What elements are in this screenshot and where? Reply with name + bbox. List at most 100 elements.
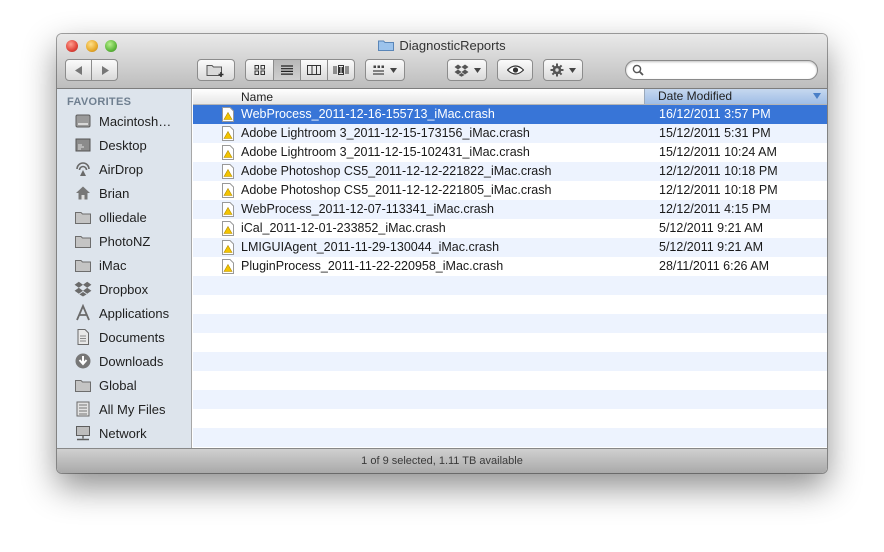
arrange-icon — [373, 65, 384, 75]
eye-icon — [506, 65, 524, 75]
file-name: Adobe Lightroom 3_2011-12-15-173156_iMac… — [241, 126, 530, 140]
home-icon — [74, 184, 92, 202]
crash-report-icon — [222, 126, 234, 141]
dropbox-menu-button[interactable] — [447, 59, 487, 81]
sidebar-item-olliedale[interactable]: olliedale — [57, 205, 191, 229]
file-row[interactable]: iCal_2011-12-01-233852_iMac.crash 5/12/20… — [193, 219, 827, 238]
search-field[interactable] — [625, 60, 818, 80]
status-text: 1 of 9 selected, 1.11 TB available — [361, 455, 523, 467]
sidebar-item-label: Applications — [99, 305, 170, 321]
sidebar-item-photonz[interactable]: PhotoNZ — [57, 229, 191, 253]
file-date-modified: 16/12/2011 3:57 PM — [659, 107, 771, 121]
column-header-name[interactable]: Name — [241, 90, 273, 104]
folder-icon — [74, 232, 92, 250]
sidebar-item-imac[interactable]: iMac — [57, 253, 191, 277]
window-title-bar: DiagnosticReports — [57, 38, 827, 54]
sidebar-item-documents[interactable]: Documents — [57, 325, 191, 349]
file-row[interactable]: WebProcess_2011-12-16-155713_iMac.crash 1… — [193, 105, 827, 124]
file-name: LMIGUIAgent_2011-11-29-130044_iMac.crash — [241, 240, 500, 254]
forward-button[interactable] — [91, 59, 118, 81]
file-name: Adobe Photoshop CS5_2011-12-12-221822_iM… — [241, 164, 552, 178]
crash-report-icon — [222, 107, 234, 122]
sidebar-item-label: Brian — [99, 185, 130, 201]
hard-drive-icon — [74, 112, 92, 130]
crash-report-icon — [222, 202, 234, 217]
crash-report-icon — [222, 183, 234, 198]
new-folder-button[interactable] — [197, 59, 235, 81]
sidebar-item-global[interactable]: Global — [57, 373, 191, 397]
sort-descending-icon — [813, 93, 821, 99]
finder-window: DiagnosticReports FAVORITES Macintosh… D… — [57, 34, 827, 473]
back-button[interactable] — [65, 59, 92, 81]
action-menu-button[interactable] — [543, 59, 583, 81]
file-row[interactable]: WebProcess_2011-12-07-113341_iMac.crash 1… — [193, 200, 827, 219]
file-row[interactable]: Adobe Photoshop CS5_2011-12-12-221805_iM… — [193, 181, 827, 200]
sidebar-item-label: AirDrop — [99, 161, 144, 177]
file-name: WebProcess_2011-12-16-155713_iMac.crash — [241, 107, 495, 121]
file-date-modified: 15/12/2011 10:24 AM — [659, 145, 777, 159]
sidebar-item-network[interactable]: Network — [57, 421, 191, 445]
file-row[interactable]: LMIGUIAgent_2011-11-29-130044_iMac.crash… — [193, 238, 827, 257]
chevron-down-icon — [390, 67, 397, 73]
file-date-modified: 15/12/2011 5:31 PM — [659, 126, 771, 140]
sidebar-item-applications[interactable]: Applications — [57, 301, 191, 325]
folder-icon — [74, 208, 92, 226]
column-view-button[interactable] — [300, 59, 328, 81]
file-name: iCal_2011-12-01-233852_iMac.crash — [241, 221, 446, 235]
cover-flow-view-button[interactable] — [327, 59, 355, 81]
file-date-modified: 12/12/2011 10:18 PM — [659, 164, 778, 178]
sidebar: FAVORITES Macintosh… Desktop AirDrop Bri… — [57, 89, 192, 448]
all-files-icon — [74, 400, 92, 418]
empty-row — [193, 295, 827, 314]
documents-icon — [74, 328, 92, 346]
quick-look-button[interactable] — [497, 59, 533, 81]
sidebar-item-label: Global — [99, 377, 137, 393]
sidebar-item-label: Network — [99, 425, 147, 441]
crash-report-icon — [222, 164, 234, 179]
file-name: WebProcess_2011-12-07-113341_iMac.crash — [241, 202, 494, 216]
toolbar: DiagnosticReports — [57, 34, 827, 89]
empty-row — [193, 390, 827, 409]
airdrop-icon — [74, 160, 92, 178]
sidebar-item-downloads[interactable]: Downloads — [57, 349, 191, 373]
triangle-right-icon — [101, 65, 109, 75]
file-date-modified: 5/12/2011 9:21 AM — [659, 240, 764, 254]
folder-icon — [74, 256, 92, 274]
sidebar-item-macintosh-hd[interactable]: Macintosh… — [57, 109, 191, 133]
dropbox-icon — [74, 280, 92, 298]
crash-report-icon — [222, 221, 234, 236]
empty-row — [193, 276, 827, 295]
arrange-button[interactable] — [365, 59, 405, 81]
view-mode-control — [245, 59, 355, 81]
file-row[interactable]: Adobe Lightroom 3_2011-12-15-173156_iMac… — [193, 124, 827, 143]
file-row[interactable]: Adobe Photoshop CS5_2011-12-12-221822_iM… — [193, 162, 827, 181]
empty-row — [193, 371, 827, 390]
sidebar-item-all-my-files[interactable]: All My Files — [57, 397, 191, 421]
sidebar-item-label: Downloads — [99, 353, 164, 369]
sidebar-header-favorites: FAVORITES — [67, 96, 132, 108]
new-folder-icon — [206, 65, 224, 77]
list-icon — [281, 65, 293, 75]
sidebar-item-brian[interactable]: Brian — [57, 181, 191, 205]
sidebar-item-dropbox[interactable]: Dropbox — [57, 277, 191, 301]
chevron-down-icon — [473, 67, 481, 73]
sidebar-item-label: Dropbox — [99, 281, 149, 297]
crash-report-icon — [222, 259, 234, 274]
column-header-date-label: Date Modified — [658, 89, 733, 103]
window-title: DiagnosticReports — [399, 38, 506, 53]
sidebar-item-airdrop[interactable]: AirDrop — [57, 157, 191, 181]
column-header-date-modified[interactable]: Date Modified — [644, 89, 827, 104]
status-bar: 1 of 9 selected, 1.11 TB available — [57, 448, 827, 473]
file-row[interactable]: Adobe Lightroom 3_2011-12-15-102431_iMac… — [193, 143, 827, 162]
sidebar-item-label: All My Files — [99, 401, 166, 417]
empty-row — [193, 314, 827, 333]
file-row[interactable]: PluginProcess_2011-11-22-220958_iMac.cra… — [193, 257, 827, 276]
columns-icon — [307, 65, 321, 75]
folder-icon — [378, 40, 395, 51]
crash-report-icon — [222, 145, 234, 160]
sidebar-item-label: Documents — [99, 329, 165, 345]
downloads-icon — [74, 352, 92, 370]
icon-view-button[interactable] — [245, 59, 274, 81]
sidebar-item-desktop[interactable]: Desktop — [57, 133, 191, 157]
list-view-button[interactable] — [273, 59, 301, 81]
